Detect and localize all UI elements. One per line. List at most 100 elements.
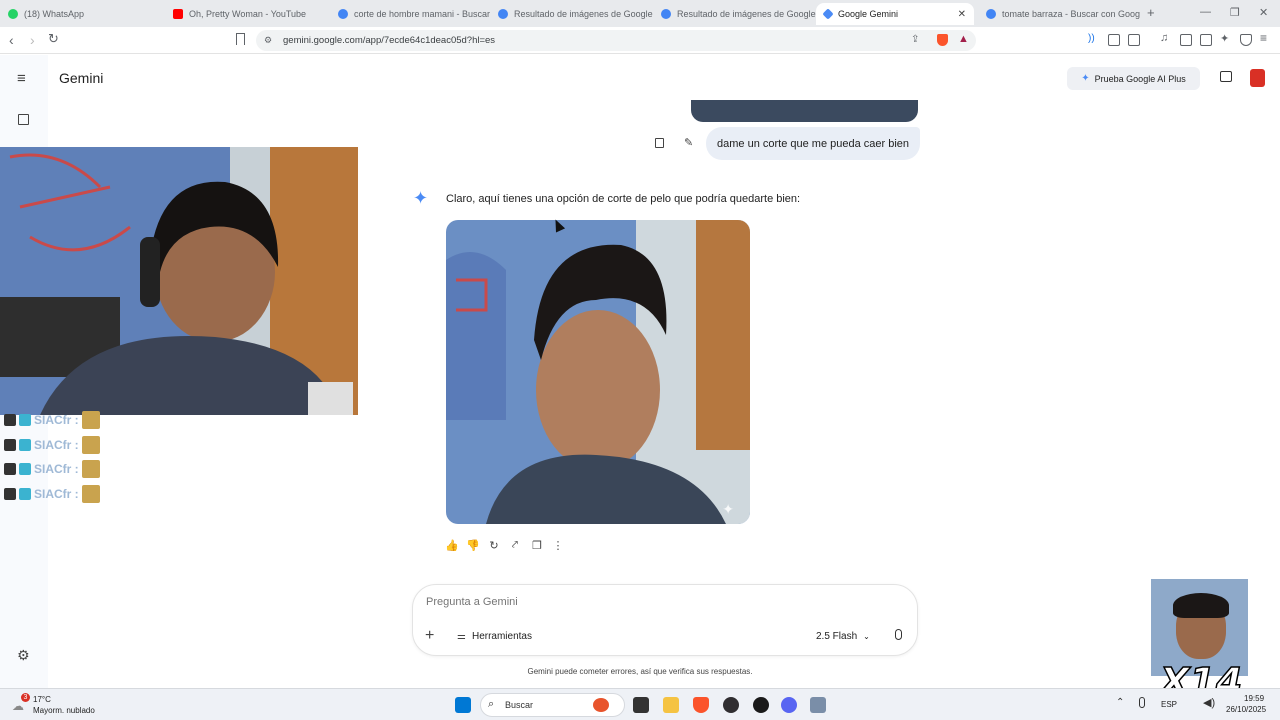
search-icon: ⌕ [488,698,495,710]
youtube-icon [173,9,183,19]
user-badge-icon [4,439,16,451]
discord-icon[interactable] [781,697,797,713]
chat-overlay-line: SIACfr : [4,411,100,429]
close-tab-icon[interactable]: ✕ [958,9,966,20]
gemini-sparkle-icon: ✦ [413,188,429,208]
forward-icon[interactable]: › [30,32,35,48]
browser-tab-strip: (18) WhatsApp Oh, Pretty Woman - YouTube… [0,0,1280,27]
brave-rewards-icon[interactable]: ▲ [958,33,969,45]
clock-date[interactable]: 26/10/2025 [1226,705,1266,714]
add-icon[interactable]: + [425,627,434,645]
file-explorer-icon[interactable] [663,697,679,713]
sub-badge-icon [19,414,31,426]
emote-icon [81,460,100,478]
audio-icon[interactable]: )) [1088,33,1100,45]
speaker-icon[interactable]: ◀) [1203,696,1215,709]
chat-user: SIACfr : [34,487,79,501]
weather-temp: 17°C [33,695,51,704]
chat-user: SIACfr : [34,438,79,452]
back-icon[interactable]: ‹ [9,32,14,48]
wallet-icon[interactable] [1200,34,1212,46]
vpn-icon[interactable] [1240,34,1252,46]
prompt-input[interactable] [426,596,896,608]
share-icon[interactable]: ⤤ [509,539,521,551]
copy-response-icon[interactable]: ❐ [531,539,543,552]
chat-user: SIACfr : [34,413,79,427]
previous-image [691,100,918,122]
avatar[interactable] [1250,69,1265,87]
tools-label: Herramientas [471,631,532,642]
search-label: Buscar [505,700,534,710]
emote-icon [81,411,100,429]
thumbs-down-icon[interactable]: 👎 [466,539,480,552]
language-indicator[interactable]: ESP [1161,700,1177,709]
brave-icon[interactable] [693,697,709,713]
tab-search-corte[interactable]: corte de hombre mamani - Buscar c [330,3,490,25]
obs-icon[interactable] [723,697,739,713]
windows-taskbar: 3 ☁ 17°C Mayorm. nublado ⌕ Buscar ⌃ ESP … [0,688,1280,720]
leo-ai-icon[interactable]: ✦ [1220,32,1232,45]
new-chat-icon[interactable] [18,114,29,125]
task-view-icon[interactable] [633,697,649,713]
main-menu-icon[interactable]: ≡ [17,70,26,87]
site-info-icon[interactable]: ⚙ [264,35,272,46]
tab-tomate[interactable]: tomate barraza - Buscar con Google [978,3,1140,25]
bookmark-icon[interactable] [236,33,245,45]
webcam-video [0,147,358,415]
svg-text:✦: ✦ [722,501,734,517]
address-bar[interactable]: ⚙ gemini.google.com/app/7ecde64c1deac05d… [256,30,976,51]
tab-images-1[interactable]: Resultado de imágenes de Google [490,3,653,25]
media-icon[interactable]: ♫ [1160,32,1172,44]
restore-icon[interactable]: ❐ [1230,6,1240,19]
emote-icon [81,436,100,454]
sidebar-icon[interactable] [1180,34,1192,46]
copy-icon[interactable] [655,138,664,148]
corner-cam-hair [1173,593,1229,618]
chat-overlay-line: SIACfr : [4,485,100,503]
close-window-icon[interactable]: ✕ [1259,6,1268,19]
microphone-tray-icon[interactable] [1139,697,1145,708]
generated-image[interactable]: ✦ [446,220,750,524]
assistant-reply-text: Claro, aquí tienes una opción de corte d… [446,193,801,205]
tools-button[interactable]: ⚌ Herramientas [457,631,532,642]
share-icon[interactable]: ⇪ [911,34,919,45]
snipping-tool-icon[interactable] [810,697,826,713]
upgrade-button[interactable]: ✦ Prueba Google AI Plus [1067,67,1200,90]
thumbs-up-icon[interactable]: 👍 [445,539,459,552]
screenshot-icon[interactable] [1128,34,1140,46]
google-icon [338,9,348,19]
brave-shield-icon[interactable] [937,34,948,46]
tab-gemini[interactable]: Google Gemini ✕ [816,3,974,25]
clock-time[interactable]: 19:59 [1244,694,1264,703]
tab-youtube[interactable]: Oh, Pretty Woman - YouTube [165,3,330,25]
print-icon[interactable] [1220,71,1232,82]
chevron-up-icon[interactable]: ⌃ [1116,697,1124,708]
start-icon[interactable] [455,697,471,713]
chevron-down-icon: ⌄ [863,632,870,641]
app-title: Gemini [59,70,104,86]
google-icon [498,9,508,19]
sub-badge-icon [19,488,31,500]
prompt-box: + ⚌ Herramientas 2.5 Flash ⌄ [412,584,918,656]
settings-icon[interactable]: ⚙ [17,647,30,664]
tools-icon: ⚌ [457,631,466,642]
new-tab-icon[interactable]: + [1147,5,1155,20]
model-selector[interactable]: 2.5 Flash ⌄ [816,631,870,642]
tab-label: (18) WhatsApp [24,9,85,19]
tab-label: Oh, Pretty Woman - YouTube [189,9,307,19]
tab-whatsapp[interactable]: (18) WhatsApp [0,3,165,25]
minimize-icon[interactable]: — [1200,6,1211,18]
tab-label: tomate barraza - Buscar con Google [1002,9,1140,19]
extensions-icon[interactable] [1108,34,1120,46]
app-icon[interactable] [753,697,769,713]
more-options-icon[interactable]: ⋮ [552,539,564,552]
tab-label: Google Gemini [838,9,899,19]
menu-icon[interactable]: ≡ [1260,31,1272,45]
microphone-icon[interactable] [895,629,902,640]
chat-user: SIACfr : [34,462,79,476]
edit-icon[interactable]: ✎ [684,136,693,149]
taskbar-search[interactable]: ⌕ Buscar [480,693,625,717]
tab-images-2[interactable]: Resultado de imágenes de Google [653,3,816,25]
regenerate-icon[interactable]: ↻ [488,539,500,552]
reload-icon[interactable]: ↻ [48,31,59,47]
